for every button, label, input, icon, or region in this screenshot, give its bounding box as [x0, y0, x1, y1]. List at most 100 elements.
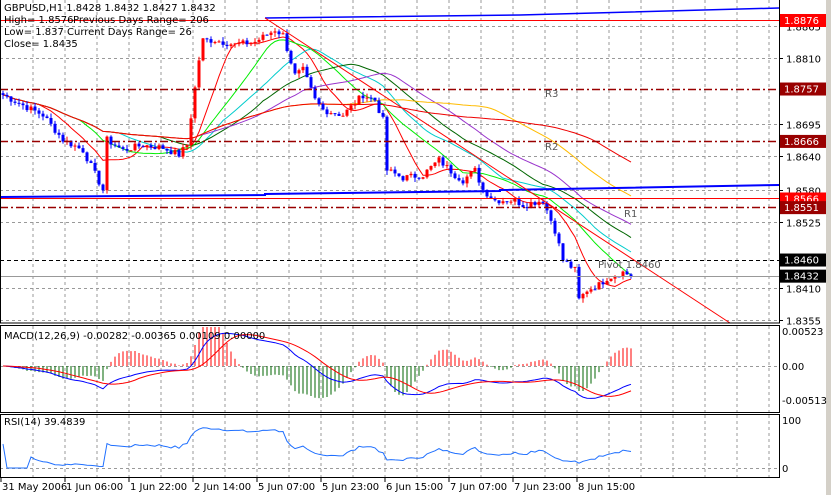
candle-body [109, 136, 113, 145]
header-symbol-ohlc: GBPUSD,H1 1.8428 1.8432 1.8427 1.8432 [4, 3, 216, 14]
macd-axis-min: -0.00513 [782, 396, 827, 407]
price-axis-label: 1.8410 [786, 285, 821, 296]
candle-body [225, 44, 229, 47]
candle-body [625, 271, 629, 275]
candle-body [9, 96, 13, 102]
candle-body [577, 266, 581, 299]
candle-body [229, 44, 233, 47]
candle-body [133, 143, 137, 151]
candle-body [497, 200, 501, 204]
candle-body [17, 102, 21, 104]
candle-body [581, 293, 585, 299]
candle-body [141, 146, 145, 148]
candle-body [353, 104, 357, 106]
candle-body [217, 41, 221, 43]
candle-body [277, 31, 281, 35]
blue-trendline-high [264, 7, 780, 19]
candle-body [253, 41, 257, 43]
candle-body [53, 123, 57, 133]
candle-body [257, 39, 261, 42]
candle-body [597, 282, 601, 290]
candle-body [457, 178, 461, 181]
candle-body [389, 169, 393, 171]
candle-body [321, 103, 325, 110]
time-axis-label: 7 Jun 23:00 [514, 482, 571, 493]
candle-body [477, 167, 481, 183]
candle-body [481, 182, 485, 190]
candle-body [121, 147, 125, 149]
candle-body [357, 95, 361, 105]
candle-body [325, 109, 329, 115]
candle-body [49, 118, 53, 124]
candle-body [293, 63, 297, 74]
candle-body [97, 170, 101, 185]
pivot-label: Pivot 1.8460 [598, 260, 661, 271]
candle-body [341, 115, 345, 117]
candle-body [265, 34, 269, 36]
candle-body [573, 266, 577, 268]
candle-body [77, 145, 81, 149]
candle-body [81, 148, 85, 153]
candle-body [169, 150, 173, 155]
r2-label: R2 [545, 142, 558, 153]
price-axis-label: 1.8640 [786, 153, 821, 164]
candle-body [25, 105, 29, 111]
candle-body [137, 143, 141, 147]
candle-body [509, 201, 513, 203]
rsi-axis-100: 100 [782, 416, 801, 427]
candle-body [153, 147, 157, 150]
time-axis-label: 5 Jun 07:00 [258, 482, 315, 493]
candle-body [549, 210, 553, 221]
price-axis-label: 1.8525 [786, 219, 821, 230]
candle-body [157, 145, 161, 150]
candle-body [249, 42, 253, 45]
candle-body [337, 113, 341, 116]
candle-body [85, 152, 89, 162]
candle-body [541, 201, 545, 203]
candle-body [365, 97, 369, 99]
price-axis-label: 1.8695 [786, 121, 821, 132]
candle-body [417, 177, 421, 179]
candle-body [345, 109, 349, 116]
candle-body [465, 176, 469, 184]
candle-body [517, 198, 521, 206]
price-tag-label: 1.8432 [784, 272, 819, 283]
macd-axis-max: 0.00523 [782, 327, 823, 338]
candle-body [289, 50, 293, 64]
candle-body [605, 280, 609, 285]
macd-label: MACD(12,26,9) -0.00282 -0.00365 0.00109 … [4, 331, 265, 342]
candle-body [73, 145, 77, 147]
candle-body [93, 162, 97, 171]
candle-body [381, 112, 385, 117]
candle-body [429, 166, 433, 170]
candle-body [557, 233, 561, 244]
time-axis-label: 6 Jun 15:00 [386, 482, 443, 493]
candle-body [329, 113, 333, 115]
time-axis-label: 1 Jun 22:00 [130, 482, 187, 493]
candle-body [609, 278, 613, 281]
candle-body [241, 40, 245, 44]
candle-body [61, 134, 65, 142]
candle-body [37, 110, 41, 114]
main-panel-border [0, 0, 780, 324]
candle-body [505, 201, 509, 203]
candle-body [21, 103, 25, 106]
rsi-axis-0: 0 [782, 464, 788, 475]
price-tag-label: 1.8551 [784, 203, 819, 214]
candle-body [237, 43, 241, 45]
candle-body [285, 33, 289, 51]
candle-body [105, 136, 109, 191]
time-axis: 31 May 20061 Jun 06:00 1 Jun 22:00 2 Jun 1… [0, 478, 635, 493]
candle-body [1, 93, 5, 95]
candle-body [537, 201, 541, 205]
candle-body [421, 177, 425, 179]
overlay [0, 7, 780, 324]
trading-chart-window: 1.8865 1.8810 1.8695 1.8640 1.8580 1.8525 1.84… [0, 0, 831, 495]
chart-canvas[interactable]: 1.88651.88101.86951.86401.85801.85251.84… [0, 0, 831, 495]
candle-body [305, 66, 309, 78]
candle-body [569, 261, 573, 268]
candle-body [589, 289, 593, 292]
candle-body [469, 171, 473, 177]
candle-body [129, 150, 133, 152]
candle-body [405, 175, 409, 181]
